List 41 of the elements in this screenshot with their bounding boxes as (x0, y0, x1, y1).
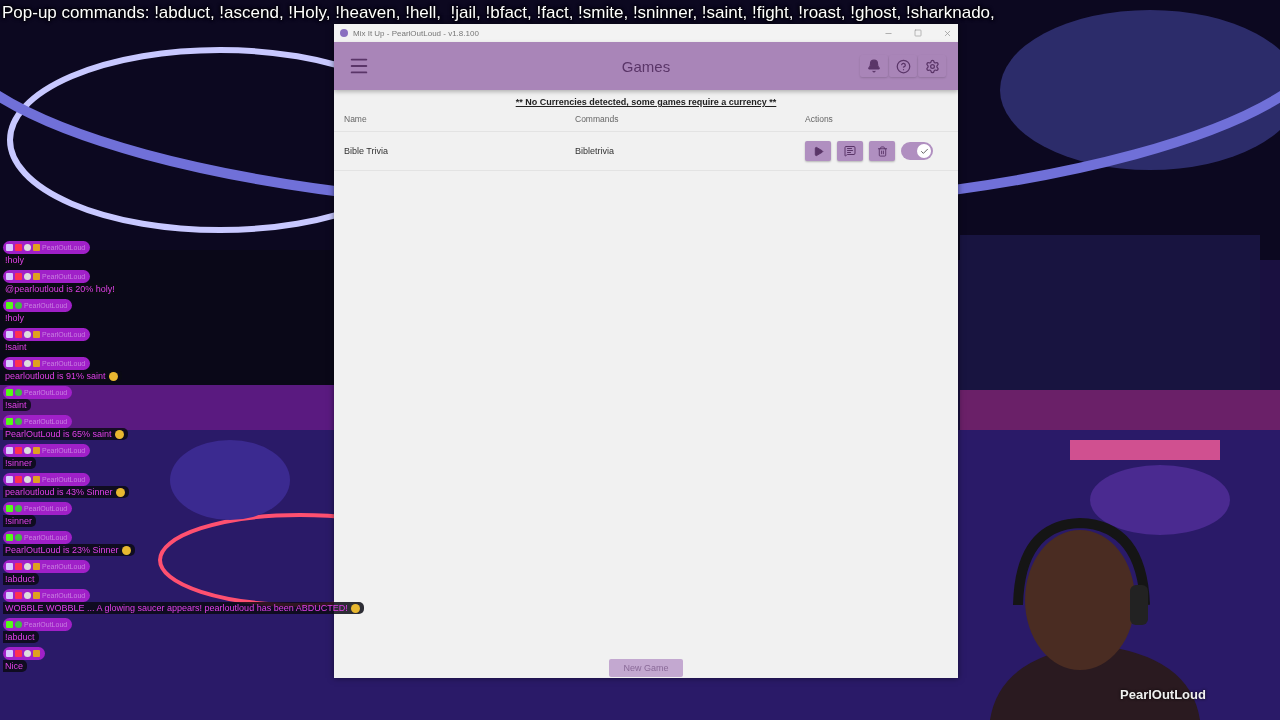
logo-icon (340, 29, 348, 37)
chat-message: !holy (5, 313, 24, 323)
chat-message: WOBBLE WOBBLE ... A glowing saucer appears! pearloutloud has been ABDUCTED! (5, 603, 348, 613)
close-icon[interactable] (943, 28, 952, 38)
banner-text: Pop-up commands: !abduct, !ascend, !Holy, !heaven, !hell, !jail, !bfact, !fact, !smite, !sninner, !saint, !fight, !roast, !ghost, !sharknado, (2, 3, 995, 23)
play-button[interactable] (805, 141, 831, 161)
table-cell-text: Bibletrivia (575, 146, 615, 156)
streamer-name: PearlOutLoud (1120, 687, 1206, 702)
window-title: Mix It Up - PearlOutLoud - v1.8.100 (353, 28, 480, 38)
chat-message: !sinner (5, 516, 32, 526)
check-icon (919, 146, 929, 156)
chat-message: !saint (5, 400, 27, 410)
emoji-icon (350, 603, 360, 613)
notice-text: ** No Currencies detected, some games require a currency ** (515, 97, 777, 107)
page-title: Games (620, 57, 672, 75)
maximize-icon[interactable] (914, 29, 922, 37)
column-header: Actions (805, 114, 834, 124)
chat-message: pearloutloud is 43% Sinner (5, 487, 113, 497)
table-cell-text: Bible Trivia (344, 146, 389, 156)
trash-icon (876, 145, 888, 157)
message-icon (844, 145, 856, 157)
chat-message: pearloutloud is 91% saint (5, 371, 106, 381)
chat-message: !saint (5, 342, 27, 352)
emoji-icon (108, 371, 118, 381)
chat-message: !abduct (5, 574, 35, 584)
column-header: Name (344, 114, 368, 124)
emoji-icon (121, 545, 131, 555)
chat-message: !abduct (5, 632, 35, 642)
chat-message: Nice (5, 661, 23, 671)
delete-button[interactable] (869, 141, 895, 161)
chat-message: @pearloutloud is 20% holy! (5, 284, 115, 294)
enable-toggle[interactable] (901, 142, 933, 160)
emoji-icon (115, 487, 125, 497)
chat-message: PearlOutLoud is 65% saint (5, 429, 112, 439)
chat-message: !holy (5, 255, 24, 265)
column-header: Commands (575, 114, 620, 124)
chat-message: PearlOutLoud is 23% Sinner (5, 545, 119, 555)
play-icon (812, 145, 824, 157)
emoji-icon (114, 429, 124, 439)
chat-message: !sinner (5, 458, 32, 468)
edit-button[interactable] (837, 141, 863, 161)
